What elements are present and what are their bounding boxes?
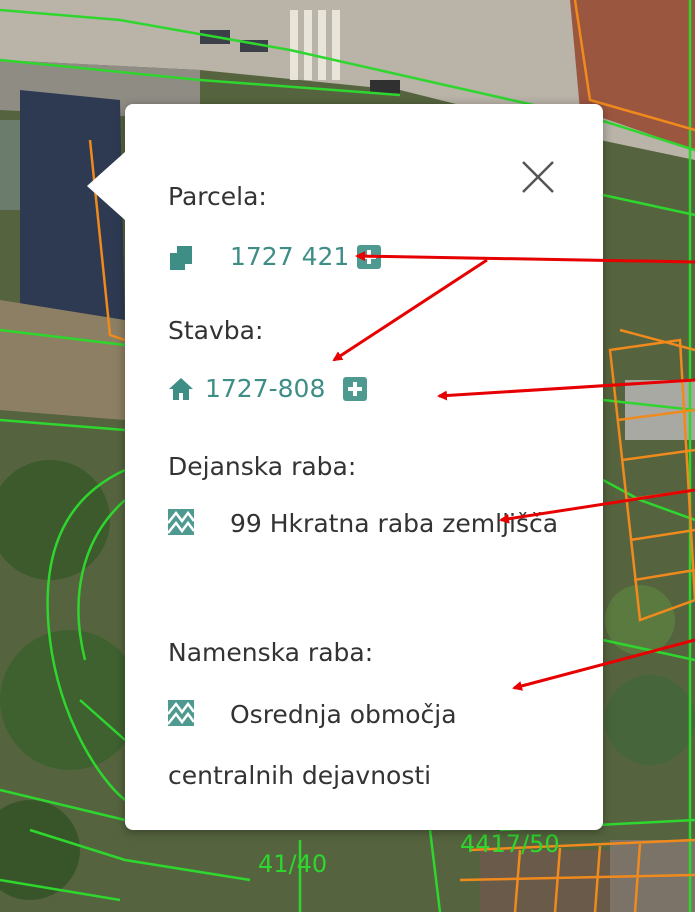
close-icon[interactable] [519, 158, 557, 196]
parcela-row: 1727 421 [168, 242, 382, 271]
namenska-raba-label: Namenska raba: [168, 638, 374, 667]
stavba-label: Stavba: [168, 316, 264, 345]
parcel-label: 41/40 [258, 850, 327, 878]
parcel-label: 4417/50 [460, 830, 560, 858]
dejanska-raba-value: 99 Hkratna raba zemljišča [230, 509, 559, 538]
popup-pointer [87, 152, 125, 220]
dejanska-raba-label: Dejanska raba: [168, 452, 357, 481]
stavba-add-button[interactable] [343, 376, 368, 401]
stavba-link[interactable]: 1727-808 [205, 374, 325, 403]
info-popup: Parcela: 1727 421 Stavba: 1727-808 Dejan… [87, 104, 603, 830]
land-use-icon [168, 509, 194, 535]
stavba-row: 1727-808 [168, 374, 368, 403]
namenska-raba-row: Osrednja območja centralnih dejavnosti [168, 684, 588, 806]
house-icon [169, 377, 193, 400]
parcela-link[interactable]: 1727 421 [230, 242, 349, 271]
parcela-label: Parcela: [168, 182, 267, 211]
namenska-raba-value: Osrednja območja centralnih dejavnosti [168, 700, 457, 790]
dejanska-raba-row: 99 Hkratna raba zemljišča [168, 493, 588, 554]
parcela-add-button[interactable] [357, 244, 382, 269]
parcel-icon [170, 245, 192, 270]
land-use-icon [168, 700, 194, 726]
